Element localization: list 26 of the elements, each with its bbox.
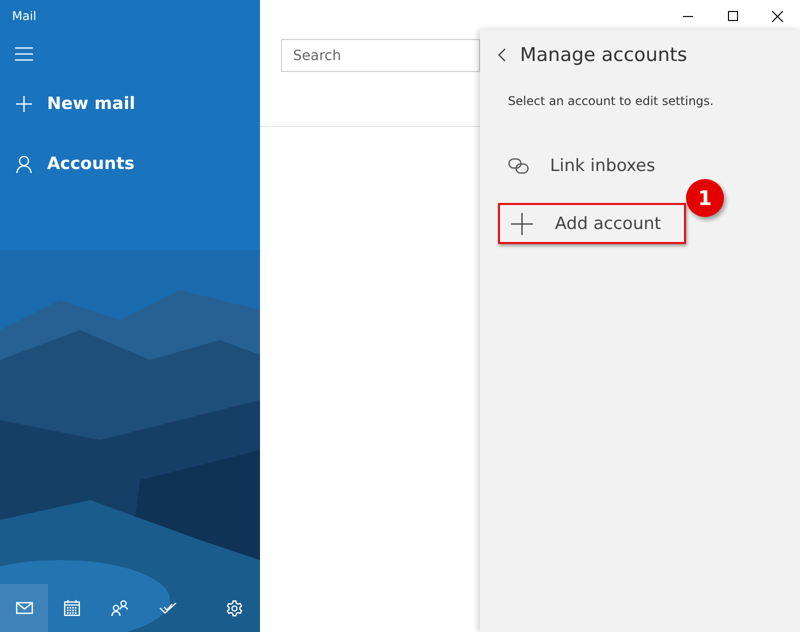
panel-hint: Select an account to edit settings. bbox=[508, 94, 715, 108]
person-icon bbox=[15, 155, 33, 173]
back-icon[interactable] bbox=[498, 48, 506, 62]
calendar-icon bbox=[64, 600, 80, 616]
panel-action[interactable]: Link inboxes bbox=[508, 151, 656, 181]
action-label: Link inboxes bbox=[550, 156, 656, 176]
checkmark-icon bbox=[159, 602, 177, 614]
people-icon bbox=[111, 600, 129, 616]
maximize-icon bbox=[728, 11, 738, 21]
nav-tab[interactable] bbox=[0, 584, 48, 632]
nav-label: New mail bbox=[47, 94, 136, 114]
app-title: Mail bbox=[11, 8, 38, 25]
highlighted-action[interactable]: Add account bbox=[498, 203, 686, 244]
menu-icon[interactable] bbox=[15, 47, 33, 61]
nav-label: Accounts bbox=[47, 154, 134, 174]
plus-icon bbox=[15, 95, 33, 113]
nav-item[interactable]: Accounts bbox=[15, 154, 134, 174]
panel-title: Manage accounts bbox=[520, 44, 688, 66]
link-icon bbox=[508, 158, 530, 174]
search-field[interactable]: Search bbox=[281, 39, 480, 72]
mail-icon bbox=[16, 602, 32, 614]
action-label: Add account bbox=[555, 214, 662, 234]
nav-item[interactable]: New mail bbox=[15, 94, 136, 114]
plus-icon bbox=[511, 212, 533, 234]
close-icon bbox=[772, 10, 783, 22]
settings-icon bbox=[226, 600, 242, 616]
